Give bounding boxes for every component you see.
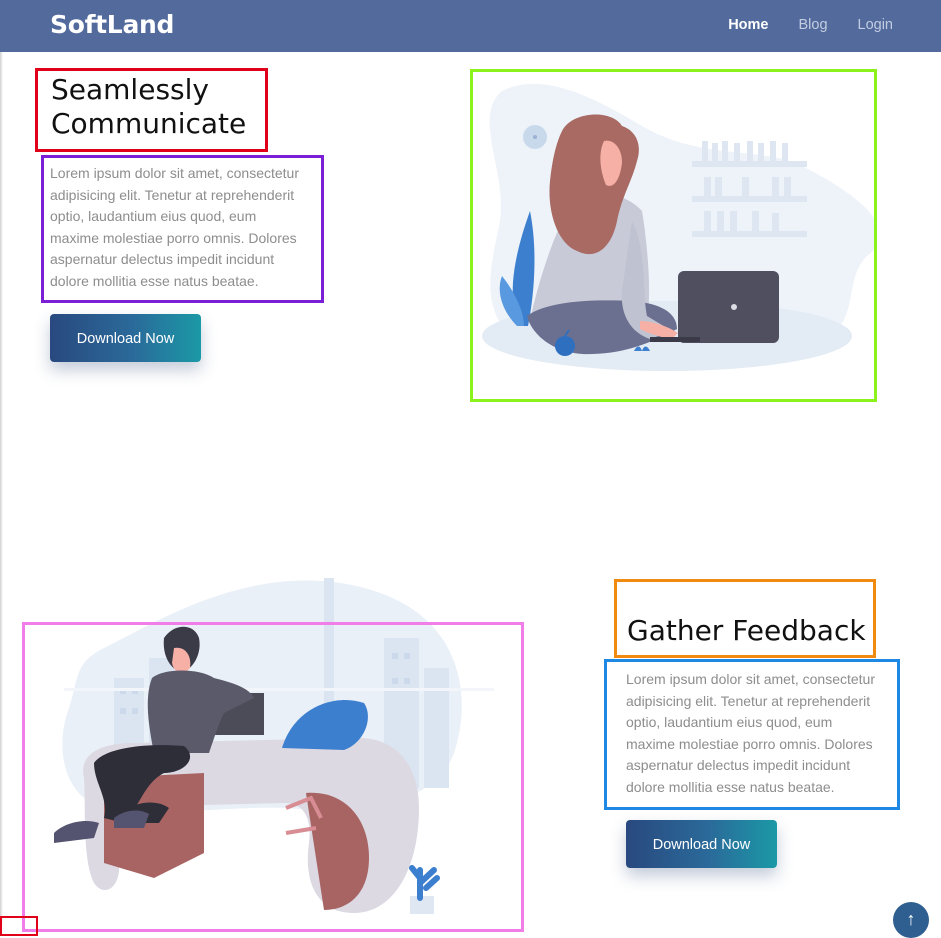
paragraph-line: maxime molestiae porro omnis. Dolores — [50, 229, 297, 246]
nav-item-home[interactable]: Home — [728, 17, 768, 33]
section-title-feedback: Gather Feedback — [627, 614, 866, 647]
nav-item-login[interactable]: Login — [858, 17, 893, 33]
paragraph-line: aspernatur delectus impedit incidunt — [50, 251, 275, 268]
paragraph-line: optio, laudantium eius quod, eum — [50, 208, 257, 225]
paragraph-line: optio, laudantium eius quod, eum — [626, 714, 833, 731]
section-description: Lorem ipsum dolor sit amet, consectetur … — [50, 163, 299, 293]
download-now-button[interactable]: Download Now — [50, 314, 201, 362]
paragraph-line: dolore mollitia esse natus beatae. — [626, 778, 835, 795]
woman-laptop-illustration — [482, 83, 876, 371]
paragraph-line: Lorem ipsum dolor sit amet, consectetur — [50, 165, 299, 181]
paragraph-line: adipisicing elit. Tenetur at reprehender… — [626, 692, 871, 709]
nav-item-blog[interactable]: Blog — [798, 17, 827, 33]
nav-menu: Home Blog Login — [698, 17, 893, 33]
navbar: SoftLand Home Blog Login — [0, 0, 941, 52]
arrow-up-icon: ↑ — [906, 909, 916, 929]
title-line: Communicate — [51, 107, 247, 140]
paragraph-line: dolore mollitia esse natus beatae. — [50, 272, 259, 289]
brand-logo[interactable]: SoftLand — [50, 10, 174, 39]
back-to-top-button[interactable]: ↑ — [893, 902, 929, 938]
paragraph-line: Lorem ipsum dolor sit amet, consectetur — [626, 671, 875, 687]
man-desk-illustration — [54, 578, 494, 914]
section-title-communicate: Seamlessly Communicate — [51, 73, 246, 141]
title-line: Seamlessly — [51, 73, 209, 106]
paragraph-line: aspernatur delectus impedit incidunt — [626, 757, 851, 774]
paragraph-line: adipisicing elit. Tenetur at reprehender… — [50, 186, 295, 203]
paragraph-line: maxime molestiae porro omnis. Dolores — [626, 735, 873, 752]
section-description: Lorem ipsum dolor sit amet, consectetur … — [626, 669, 875, 799]
download-now-button[interactable]: Download Now — [626, 820, 777, 868]
page-edge-shadow — [0, 0, 3, 924]
